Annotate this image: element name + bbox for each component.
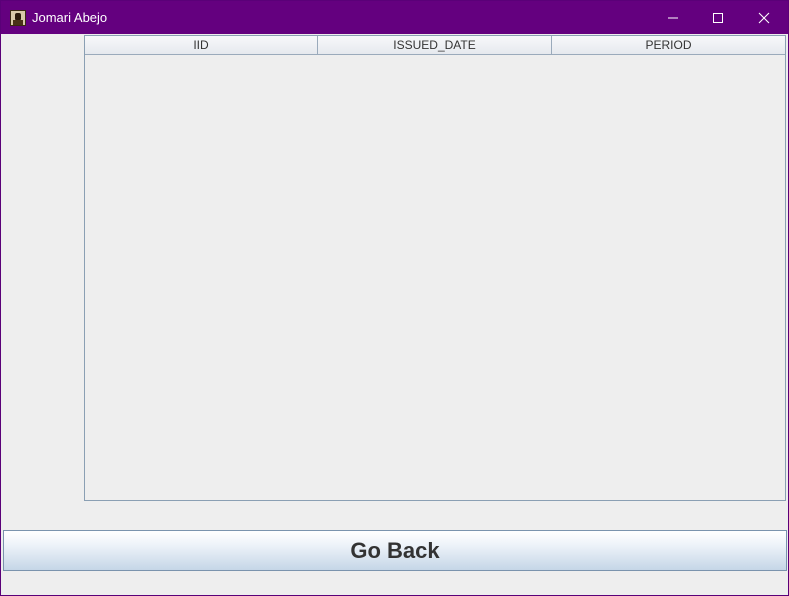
maximize-button[interactable] [695,1,741,34]
column-header-period[interactable]: PERIOD [552,36,785,54]
column-header-iid[interactable]: IID [85,36,318,54]
maximize-icon [713,12,723,23]
app-window: Jomari Abejo IID ISSUED_DATE PERIOD Go B… [0,0,789,596]
window-title: Jomari Abejo [32,10,108,25]
user-avatar-icon [10,10,26,26]
table-header: IID ISSUED_DATE PERIOD [85,36,785,55]
column-header-issued-date[interactable]: ISSUED_DATE [318,36,552,54]
minimize-button[interactable] [650,1,696,34]
close-button[interactable] [741,1,787,34]
go-back-button[interactable]: Go Back [3,530,787,571]
close-icon [758,12,770,23]
minimize-icon [668,17,678,18]
issued-table[interactable]: IID ISSUED_DATE PERIOD [84,35,786,501]
title-bar[interactable]: Jomari Abejo [1,1,788,34]
